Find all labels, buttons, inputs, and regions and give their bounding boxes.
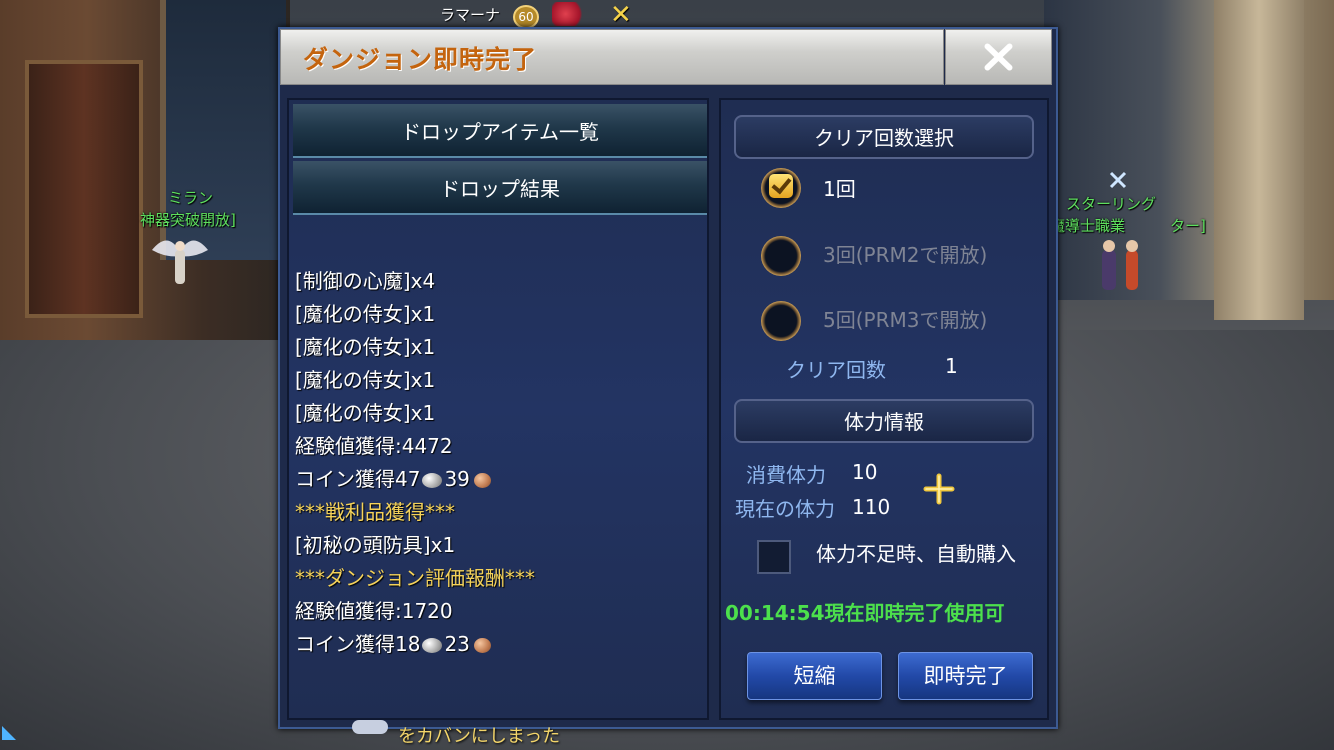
auto-buy-label: 体力不足時、自動購入: [816, 542, 1016, 566]
drop-result-text: コイン獲得18: [295, 632, 421, 656]
drop-result-line: [魔化の侍女]x1: [295, 364, 695, 397]
npc-right-name: スターリング: [1066, 195, 1157, 213]
drop-panel: ドロップアイテム一覧 ドロップ結果 [制御の心魔]x4 [魔化の侍女]x1 [魔化の…: [287, 98, 709, 720]
crossed-swords-icon: ✕: [610, 0, 632, 30]
drop-result-line: ***ダンジョン評価報酬***: [295, 562, 695, 595]
drop-result-text: [制御の心魔]x4: [295, 269, 436, 293]
scene-door: [25, 60, 143, 318]
copper-coin-icon: [473, 638, 491, 653]
npc-right-title: 魔導士職業 ター]: [1050, 217, 1206, 235]
scene-pillar: [1214, 0, 1304, 320]
system-message: をカバンにしまった: [398, 726, 561, 747]
drop-result-line: [魔化の侍女]x1: [295, 331, 695, 364]
option-5-radio[interactable]: [761, 301, 801, 341]
copper-amount: 39: [444, 467, 470, 491]
drop-result-text: 経験値獲得:1720: [295, 599, 453, 623]
instant-complete-timer: 00:14:54現在即時完了使用可: [725, 601, 1005, 625]
close-icon: [984, 43, 1013, 71]
option-5-label: 5回(PRM3で開放): [823, 308, 988, 332]
option-1-label: 1回: [823, 177, 856, 201]
drop-result-text: [魔化の侍女]x1: [295, 302, 436, 326]
stamina-header: 体力情報: [734, 399, 1034, 443]
tab-drop-result[interactable]: ドロップ結果: [293, 161, 707, 215]
option-3-radio[interactable]: [761, 236, 801, 276]
drop-result-text: ***戦利品獲得***: [295, 500, 455, 524]
drop-result-text: 経験値獲得:4472: [295, 434, 453, 458]
instant-complete-button[interactable]: 即時完了: [898, 652, 1033, 700]
drop-result-text: コイン獲得47: [295, 467, 421, 491]
corner-arrow-icon[interactable]: [2, 726, 16, 740]
copper-amount: 23: [444, 632, 470, 656]
drop-result-text: [魔化の侍女]x1: [295, 368, 436, 392]
option-3-label: 3回(PRM2で開放): [823, 243, 988, 267]
flower-icon: [552, 2, 586, 26]
drop-result-line: コイン獲得18 23: [295, 628, 695, 661]
clear-count-value: 1: [945, 354, 958, 378]
drop-result-line: [魔化の侍女]x1: [295, 298, 695, 331]
current-stamina-label: 現在の体力: [735, 497, 835, 521]
npc-left-name: ミラン: [168, 189, 214, 207]
top-player-name: ラマーナ: [440, 6, 501, 24]
drop-result-text: [魔化の侍女]x1: [295, 401, 436, 425]
drop-result-line: [初秘の頭防具]x1: [295, 529, 695, 562]
option-1-radio[interactable]: [761, 168, 801, 208]
chat-bubble-icon: [352, 720, 388, 734]
top-player-level: 60: [513, 5, 539, 29]
dialog-titlebar: ダンジョン即時完了: [280, 29, 944, 85]
consumed-stamina-value: 10: [852, 460, 878, 484]
clear-count-label: クリア回数: [786, 358, 886, 382]
quest-marker-icon: [1109, 171, 1127, 189]
drop-result-line: 経験値獲得:1720: [295, 595, 695, 628]
drop-result-text: [初秘の頭防具]x1: [295, 533, 456, 557]
drop-result-line: [制御の心魔]x4: [295, 265, 695, 298]
shorten-button[interactable]: 短縮: [747, 652, 882, 700]
copper-coin-icon: [473, 473, 491, 488]
silver-coin-icon: [422, 638, 443, 653]
drop-result-text: ***ダンジョン評価報酬***: [295, 566, 535, 590]
drop-result-list: [制御の心魔]x4 [魔化の侍女]x1 [魔化の侍女]x1 [魔化の侍女]x1 [魔化の…: [295, 265, 695, 661]
drop-result-text: [魔化の侍女]x1: [295, 335, 436, 359]
tab-drop-list[interactable]: ドロップアイテム一覧: [293, 104, 707, 158]
npc-right-figure[interactable]: [1092, 236, 1152, 306]
npc-left-figure[interactable]: [150, 228, 210, 288]
drop-result-line: 経験値獲得:4472: [295, 430, 695, 463]
npc-left-title: 神器突破開放]: [140, 211, 236, 229]
silver-coin-icon: [422, 473, 443, 488]
close-button[interactable]: [945, 29, 1052, 85]
auto-buy-checkbox[interactable]: [757, 540, 791, 574]
drop-result-line: ***戦利品獲得***: [295, 496, 695, 529]
clear-count-header: クリア回数選択: [734, 115, 1034, 159]
drop-result-line: コイン獲得47 39: [295, 463, 695, 496]
add-stamina-plus-icon[interactable]: [922, 472, 956, 506]
checkmark-icon: [769, 174, 793, 198]
consumed-stamina-label: 消費体力: [746, 463, 826, 487]
dialog-title: ダンジョン即時完了: [303, 45, 538, 74]
current-stamina-value: 110: [852, 495, 891, 519]
drop-result-line: [魔化の侍女]x1: [295, 397, 695, 430]
